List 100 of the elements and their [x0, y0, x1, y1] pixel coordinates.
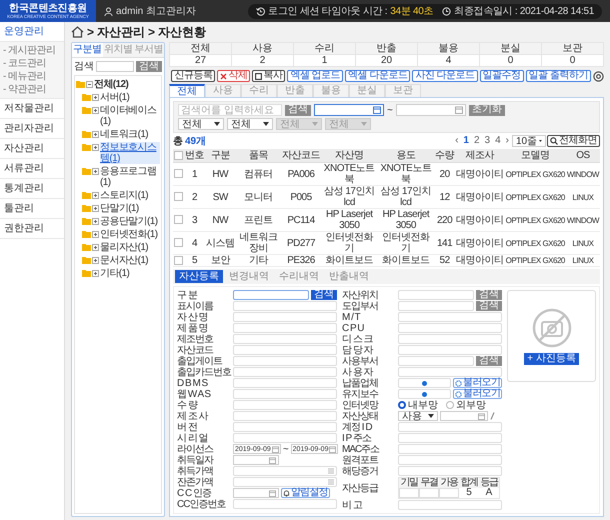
tree-item[interactable]: 스토리지(1) — [100, 190, 160, 201]
tree-item[interactable]: 응용프로그램(1) — [100, 166, 160, 188]
search-button[interactable]: 검색 — [285, 104, 311, 116]
summary-header: 사용 — [232, 42, 294, 54]
table-cell: NW — [205, 208, 236, 232]
tree-item[interactable]: 네트워크(1) — [100, 129, 160, 140]
field-label: 자산상태 — [342, 410, 379, 422]
summary-header: 불용 — [418, 42, 480, 54]
breadcrumb-item: 자산현황 — [158, 25, 206, 39]
load-button[interactable]: 불러오기 — [453, 378, 502, 388]
dropdown[interactable]: 전체 — [227, 118, 273, 130]
sidebar-item[interactable]: 툴관리 — [0, 199, 64, 219]
table-cell: SW — [205, 186, 236, 208]
submenu-item[interactable]: - 코드관리 — [0, 57, 64, 70]
table-cell: 대명아이티 — [455, 254, 505, 266]
load-button[interactable]: 불러오기 — [453, 389, 502, 399]
fullscreen-button[interactable]: 전체화면 — [547, 135, 600, 147]
table-cell: PD277 — [281, 232, 321, 254]
grade-header: 등급 — [479, 478, 499, 488]
column-header: 자산코드 — [281, 149, 321, 162]
search-field[interactable]: 검색어를 입력하세요 — [178, 104, 282, 116]
grade-header: 무결 — [419, 478, 439, 488]
add-photo-button[interactable]: + 사진등록 — [524, 352, 579, 364]
tree-item[interactable]: 서버(1) — [100, 92, 160, 103]
tree-item[interactable]: 데이터베이스(1) — [100, 105, 160, 127]
toolbar-button[interactable]: 일괄 출력하기 — [526, 70, 591, 82]
next-page-button[interactable]: › — [504, 136, 511, 146]
table-cell: 대명아이티 — [455, 186, 505, 208]
sidebar-item[interactable]: 관리자관리 — [0, 119, 64, 139]
detail-tab[interactable]: 자산등록 — [175, 270, 223, 283]
status-tab[interactable]: 전체 — [169, 84, 205, 97]
breadcrumb-separator: > — [87, 25, 94, 39]
table-cell: 기타 — [236, 254, 281, 266]
radio-label: 외부망 — [456, 400, 486, 410]
sidebar-item[interactable]: 통계관리 — [0, 179, 64, 199]
table-cell: 2 — [184, 186, 205, 208]
field-label: 사 용 자 — [342, 366, 374, 378]
sidebar-item[interactable]: 서류관리 — [0, 159, 64, 179]
dropdown[interactable]: 사용 — [398, 411, 438, 421]
table-cell: LINUX — [566, 254, 600, 266]
field-label: 자산코드 — [177, 344, 214, 356]
toolbar-button[interactable]: 엑셀 다운로드 — [345, 70, 410, 82]
search-button[interactable]: 검색 — [476, 356, 502, 366]
toolbar-button[interactable]: 사진 다운로드 — [412, 70, 478, 82]
sidebar-item[interactable]: 자산관리 — [0, 139, 64, 159]
column-header: 용도 — [378, 149, 434, 162]
search-button[interactable]: 검색 — [476, 301, 502, 311]
dropdown[interactable]: 전체 — [178, 118, 224, 130]
previous-page-button[interactable]: ‹ — [453, 136, 460, 146]
submenu-item[interactable]: - 약관관리 — [0, 83, 64, 96]
field-label: 원격포트 — [342, 454, 380, 466]
search-label: 검색 — [74, 61, 94, 72]
tree-item[interactable]: 정보보호시스템(1) — [100, 142, 160, 164]
page-button[interactable]: 3 — [482, 136, 492, 146]
field-label: 취득일자 — [177, 454, 214, 466]
field-label: 웹 W A S — [177, 388, 212, 400]
detail-tab[interactable]: 변경내역 — [225, 270, 273, 283]
page-button[interactable]: 1 — [461, 136, 471, 146]
submenu-item[interactable]: - 게시판관리 — [0, 44, 64, 57]
tree-item[interactable]: 인터넷전화(1) — [100, 229, 160, 240]
alert-button[interactable]: 알림설정 — [281, 488, 330, 498]
detail-tab[interactable]: 반출내역 — [325, 270, 373, 283]
sidebar-item[interactable]: 권한관리 — [0, 219, 64, 239]
toolbar-button[interactable]: 삭제 — [217, 70, 250, 82]
field-label: 버 전 — [177, 422, 198, 432]
reset-button[interactable]: 초기화 — [468, 104, 505, 116]
count-label: 총 — [173, 136, 183, 146]
column-header: 모델명 — [504, 149, 566, 162]
tree-item[interactable]: 전체(12) — [94, 79, 160, 90]
tree-item[interactable]: 문서자산(1) — [100, 255, 160, 266]
submenu-item[interactable]: - 메뉴관리 — [0, 70, 64, 83]
summary-cell: 4 — [418, 54, 480, 66]
search-button[interactable]: 검색 — [311, 290, 337, 300]
column-header: 제조사 — [455, 149, 505, 162]
tree-item[interactable]: 물리자산(1) — [100, 242, 160, 253]
table-cell: 화이트보드 — [378, 254, 434, 266]
search-button[interactable]: 검색 — [136, 61, 162, 72]
grade-value: 5 — [465, 488, 473, 498]
toolbar-button[interactable]: 신규등록 — [171, 70, 216, 82]
column-header: 자산명 — [321, 149, 378, 162]
page-size-dropdown[interactable]: 10줄 — [512, 135, 546, 147]
tree-item[interactable]: 단말기(1) — [100, 203, 160, 214]
table-cell: 대명아이티 — [455, 232, 505, 254]
tree-item[interactable]: 기타(1) — [100, 268, 160, 279]
detail-tab[interactable]: 수리내역 — [275, 270, 323, 283]
summary-header: 전체 — [170, 42, 232, 54]
page-button[interactable]: 4 — [493, 136, 503, 146]
grade-header: 기밀 — [399, 478, 419, 488]
sidebar-item[interactable]: 저작물관리 — [0, 99, 64, 119]
field-label: I P 주소 — [342, 432, 372, 444]
toolbar-button[interactable]: 엑셀 업로드 — [287, 70, 344, 82]
session-timeout-label: 로그인 세션 타임아웃 시간 : — [268, 6, 388, 16]
field-label: 해당증거 — [342, 466, 379, 476]
tree-item[interactable]: 공용단말기(1) — [100, 216, 160, 227]
search-button[interactable]: 검색 — [476, 290, 502, 300]
toolbar-button[interactable]: 복사 — [252, 70, 286, 82]
field-label: 자산위치 — [342, 290, 379, 300]
field-label: C P U — [342, 322, 365, 334]
toolbar-button[interactable]: 일괄수정 — [480, 70, 524, 82]
page-button[interactable]: 2 — [472, 136, 482, 146]
